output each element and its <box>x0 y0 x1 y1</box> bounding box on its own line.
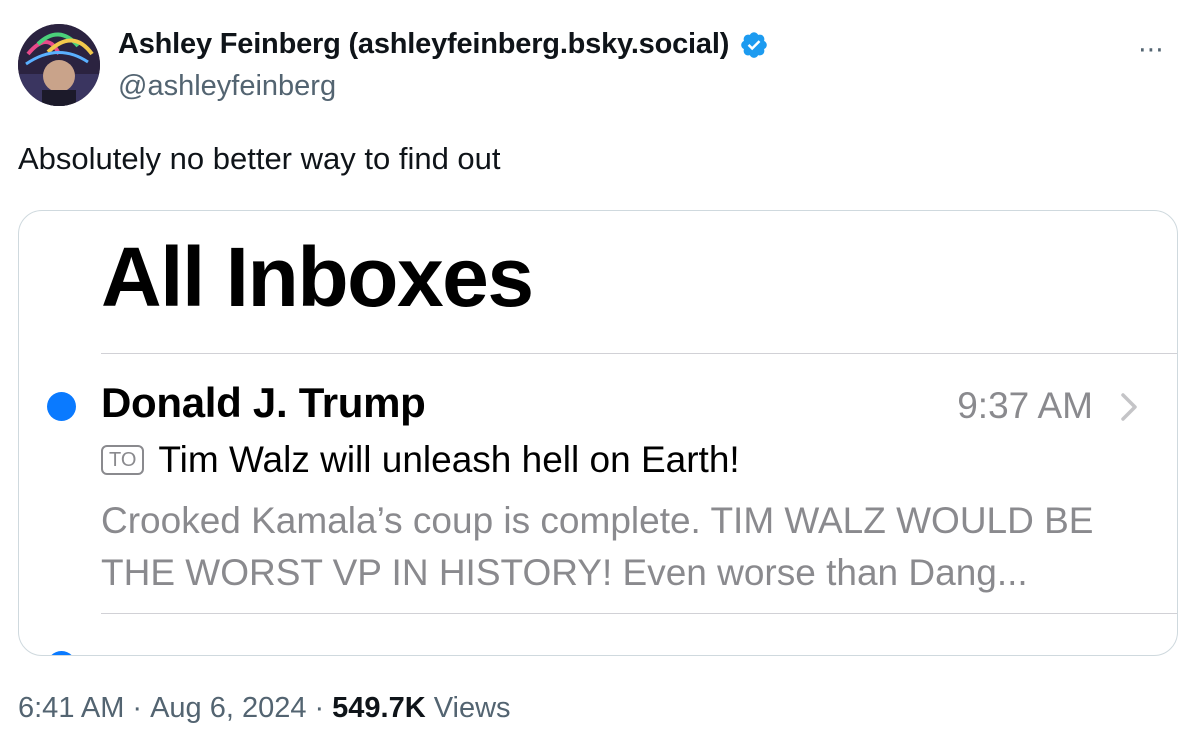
separator: · <box>314 692 325 724</box>
unread-dot-icon <box>47 392 76 421</box>
author-name-row: Ashley Feinberg (ashleyfeinberg.bsky.soc… <box>118 28 769 61</box>
tweet: Ashley Feinberg (ashleyfeinberg.bsky.soc… <box>0 0 1200 743</box>
email-subject-row: TO Tim Walz will unleash hell on Earth! <box>101 439 740 481</box>
avatar[interactable] <box>18 24 100 106</box>
chevron-right-icon <box>1121 393 1137 421</box>
to-badge: TO <box>101 445 145 475</box>
mail-inbox-title: All Inboxes <box>101 230 534 324</box>
author-handle[interactable]: @ashleyfeinberg <box>118 70 336 103</box>
email-preview: Crooked Kamala’s coup is complete. TIM W… <box>101 500 1094 593</box>
tweet-date[interactable]: Aug 6, 2024 <box>150 692 306 725</box>
email-time: 9:37 AM <box>957 385 1093 426</box>
divider <box>101 353 1177 354</box>
email-subject: Tim Walz will unleash hell on Earth! <box>158 439 740 480</box>
avatar-image <box>18 24 100 106</box>
verified-badge-icon[interactable] <box>739 30 769 60</box>
views-label: Views <box>433 692 511 724</box>
tweet-time[interactable]: 6:41 AM <box>18 692 124 725</box>
email-sender: Donald J. Trump <box>101 379 426 426</box>
author-display-name[interactable]: Ashley Feinberg (ashleyfeinberg.bsky.soc… <box>118 28 729 61</box>
more-options-icon[interactable]: ⋯ <box>1138 36 1166 62</box>
views-count: 549.7K <box>332 692 426 724</box>
divider <box>101 613 1177 614</box>
media-image[interactable]: All Inboxes Donald J. Trump 9:37 AM TO T… <box>18 210 1178 656</box>
tweet-text: Absolutely no better way to find out <box>18 141 501 176</box>
tweet-footer: 6:41 AM · Aug 6, 2024 · 549.7K Views <box>18 692 511 725</box>
separator: · <box>132 692 143 724</box>
unread-dot-icon <box>47 651 76 655</box>
